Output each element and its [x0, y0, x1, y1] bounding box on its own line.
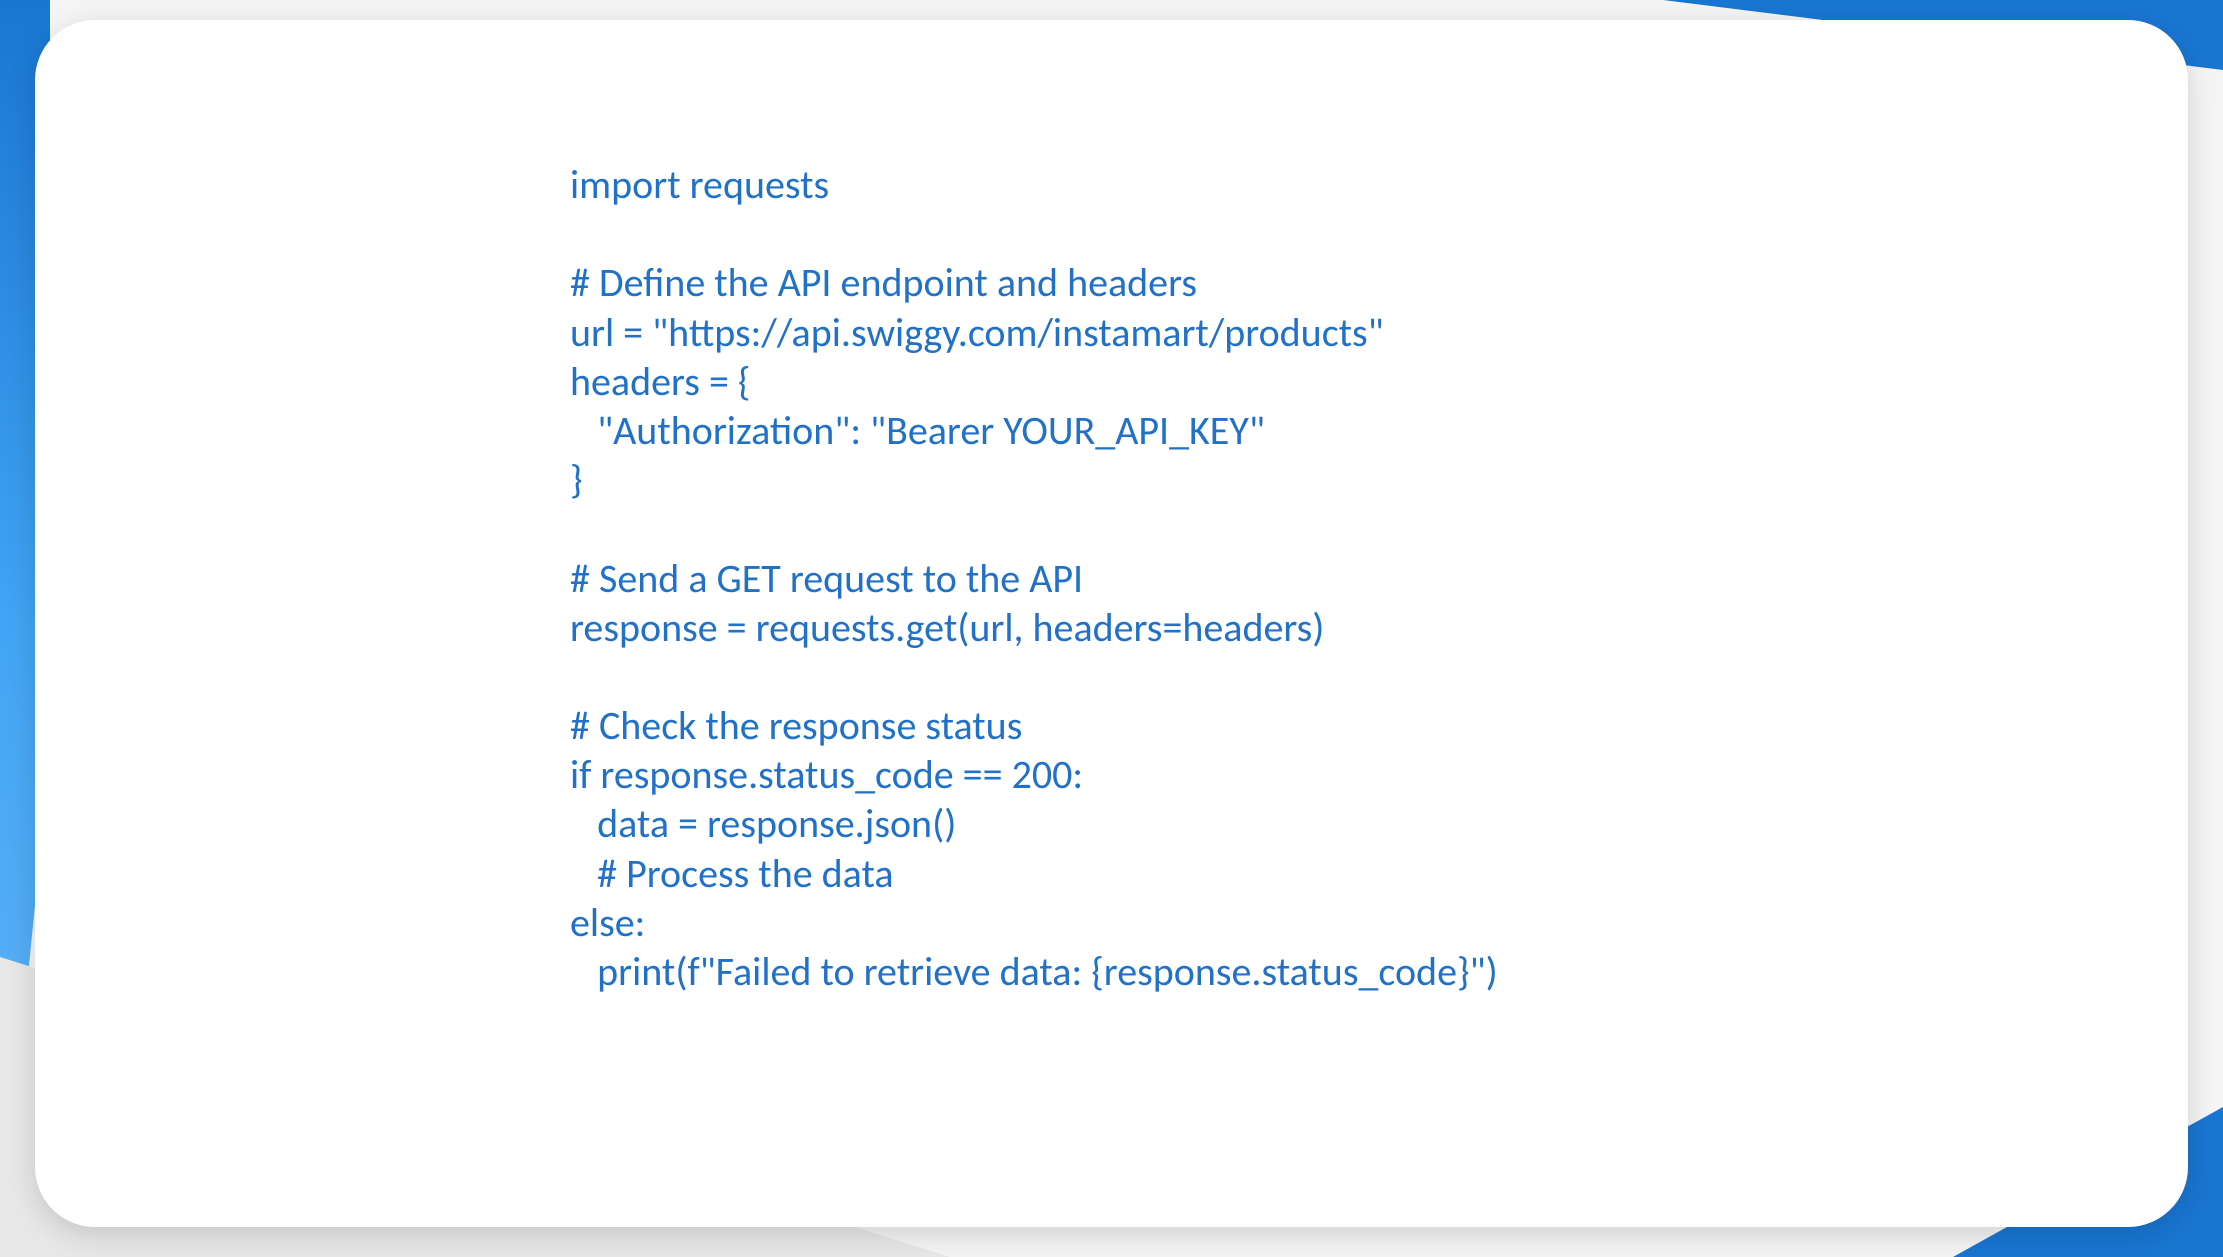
code-card: import requests # Define the API endpoin…	[35, 20, 2188, 1227]
code-line: data = response.json()	[570, 799, 956, 848]
code-line: }	[570, 455, 583, 504]
code-snippet: import requests # Define the API endpoin…	[570, 160, 1648, 996]
code-line: url = "https://api.swiggy.com/instamart/…	[570, 308, 1384, 357]
code-line: # Send a GET request to the API	[570, 554, 1083, 603]
code-line: # Check the response status	[570, 701, 1022, 750]
code-line: "Authorization": "Bearer YOUR_API_KEY"	[570, 406, 1265, 455]
code-line: else:	[570, 898, 645, 947]
code-line: # Process the data	[570, 849, 894, 898]
code-line: if response.status_code == 200:	[570, 750, 1083, 799]
code-line: response = requests.get(url, headers=hea…	[570, 603, 1324, 652]
code-line: print(f"Failed to retrieve data: {respon…	[570, 947, 1498, 996]
code-line: # Define the API endpoint and headers	[570, 258, 1197, 307]
code-line: headers = {	[570, 357, 751, 406]
code-line: import requests	[570, 160, 829, 209]
